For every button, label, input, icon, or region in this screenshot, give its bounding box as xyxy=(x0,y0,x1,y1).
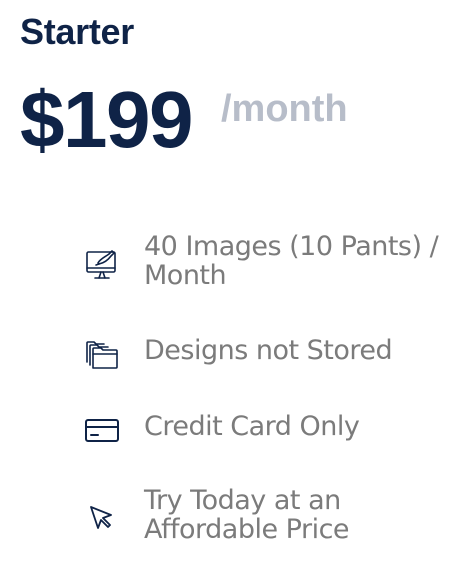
plan-title: Starter xyxy=(20,11,134,52)
cursor-arrow-icon xyxy=(80,496,124,540)
credit-card-icon xyxy=(80,408,124,452)
feature-item: 40 Images (10 Pants) / Month xyxy=(80,232,460,296)
billing-period: /month xyxy=(221,88,348,130)
feature-item: Designs not Stored xyxy=(80,336,460,372)
folders-icon xyxy=(80,332,124,376)
pricing-card: Starter $199 /month 40 Images (10 Pants)… xyxy=(0,0,472,565)
feature-text: 40 Images (10 Pants) / Month xyxy=(144,231,439,291)
monitor-brush-icon xyxy=(80,242,124,286)
feature-text: Designs not Stored xyxy=(144,335,393,366)
feature-text: Credit Card Only xyxy=(144,411,360,442)
feature-text: Try Today at an Affordable Price xyxy=(144,485,350,545)
feature-item: Try Today at an Affordable Price xyxy=(80,486,460,550)
plan-price: $199 xyxy=(20,75,193,164)
feature-item: Credit Card Only xyxy=(80,412,460,448)
